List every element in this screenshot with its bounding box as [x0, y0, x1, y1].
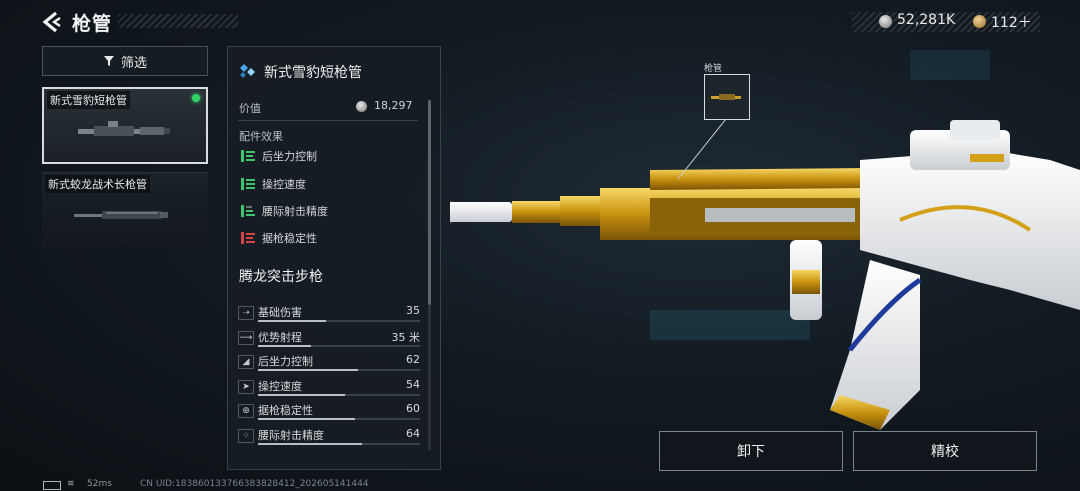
stat-value: 60	[406, 402, 420, 416]
stat-value: 54	[406, 377, 420, 391]
slot-connector-line	[677, 119, 727, 179]
stat-label: 后坐力控制	[258, 355, 313, 369]
gold-coin-icon	[973, 15, 986, 28]
scrollbar-thumb[interactable]	[428, 100, 431, 305]
barrel-item-label: 新式雪豹短枪管	[47, 91, 130, 109]
stat-value: 64	[406, 427, 420, 440]
stat-icon: ➝	[238, 306, 254, 320]
stat-row: ⊕ 据枪稳定性 60	[238, 402, 420, 426]
stat-bar-fill	[258, 369, 359, 372]
stat-label: 优势射程	[258, 330, 302, 344]
stat-row: ⟶ 优势射程 35 米	[238, 329, 420, 353]
stat-icon: ⊕	[238, 404, 254, 419]
effect-row: 腰际射击精度	[241, 203, 328, 219]
stat-bar-fill	[258, 443, 362, 445]
stat-icon: ◢	[238, 355, 254, 370]
stat-bar-fill	[258, 393, 346, 396]
ping-indicator: 52ms	[87, 479, 112, 489]
stat-label: 据枪稳定性	[258, 404, 313, 418]
stat-icon: ➤	[238, 379, 254, 394]
divider	[238, 120, 418, 121]
wifi-icon: ≋	[67, 479, 75, 489]
part-name: 新式雪豹短枪管	[264, 65, 362, 81]
effects-label: 配件效果	[239, 130, 283, 143]
equipped-indicator	[192, 94, 200, 102]
effect-row: 操控速度	[241, 176, 306, 192]
stat-value: 62	[406, 353, 420, 367]
gun-name: 腾龙突击步枪	[239, 269, 323, 285]
refine-button[interactable]: 精校	[853, 431, 1037, 471]
unequip-button[interactable]: 卸下	[659, 431, 843, 471]
slot-label: 枪管	[704, 64, 723, 74]
stat-value: 35	[406, 304, 420, 317]
effect-label: 据枪稳定性	[262, 232, 317, 245]
silver-coin-icon	[356, 101, 367, 112]
barrel-slot-thumbnail	[711, 94, 741, 100]
stat-value: 35 米	[391, 330, 421, 344]
stat-row: ➝ 基础伤害 35	[238, 304, 420, 328]
stat-bar-track	[258, 418, 420, 421]
long-barrel-thumbnail	[74, 211, 168, 219]
title-decoration	[118, 14, 238, 28]
short-barrel-thumbnail	[78, 121, 170, 136]
effect-label: 后坐力控制	[262, 150, 317, 163]
value-label: 价值	[239, 102, 261, 115]
stat-icon: ⟶	[238, 330, 254, 345]
increase-icon	[241, 150, 255, 162]
barrel-slot[interactable]	[704, 74, 750, 120]
stat-row: ⁘ 腰际射击精度 64	[238, 427, 420, 451]
stat-row: ◢ 后坐力控制 62	[238, 353, 420, 377]
back-arrow-icon[interactable]	[40, 10, 64, 34]
barrel-item-label: 新式蛟龙战术长枪管	[45, 175, 150, 193]
effect-label: 操控速度	[262, 178, 306, 191]
stat-bar-fill	[258, 344, 312, 347]
silver-coin-amount: 52,281K	[897, 12, 956, 28]
stat-bar-track	[258, 393, 420, 396]
gold-coin-amount[interactable]: 112＋	[991, 12, 1032, 32]
stat-label: 基础伤害	[258, 306, 302, 319]
increase-icon	[241, 178, 255, 190]
silver-coin-icon	[879, 15, 892, 28]
stat-row: ➤ 操控速度 54	[238, 378, 420, 402]
user-id: CN UID:18386013376638382841​2_2026051414…	[140, 479, 369, 489]
effect-row: 据枪稳定性	[241, 230, 317, 246]
decrease-icon	[241, 232, 255, 244]
filter-button[interactable]: 筛选	[42, 46, 208, 76]
effect-label: 腰际射击精度	[262, 205, 328, 218]
stat-icon: ⁘	[238, 429, 254, 443]
stat-label: 腰际射击精度	[258, 429, 324, 442]
weapon-preview[interactable]	[450, 50, 1080, 440]
battery-icon	[43, 481, 61, 490]
stat-label: 操控速度	[258, 379, 302, 393]
barrel-list-item[interactable]: 新式蛟龙战术长枪管	[42, 172, 208, 249]
page-title: 枪管	[72, 13, 113, 35]
stat-bar-track	[258, 320, 420, 322]
filter-label: 筛选	[120, 55, 147, 71]
stat-bar-track	[258, 344, 420, 347]
barrel-list-item[interactable]: 新式雪豹短枪管	[42, 87, 208, 164]
increase-icon	[241, 205, 255, 217]
effect-row: 后坐力控制	[241, 148, 317, 164]
filter-icon	[103, 56, 114, 66]
barrel-part-icon	[240, 64, 255, 78]
stat-bar-fill	[258, 320, 327, 322]
stat-bar-track	[258, 443, 420, 445]
stat-bar-fill	[258, 418, 356, 421]
value-amount: 18,297	[374, 99, 413, 112]
stat-bar-track	[258, 369, 420, 372]
